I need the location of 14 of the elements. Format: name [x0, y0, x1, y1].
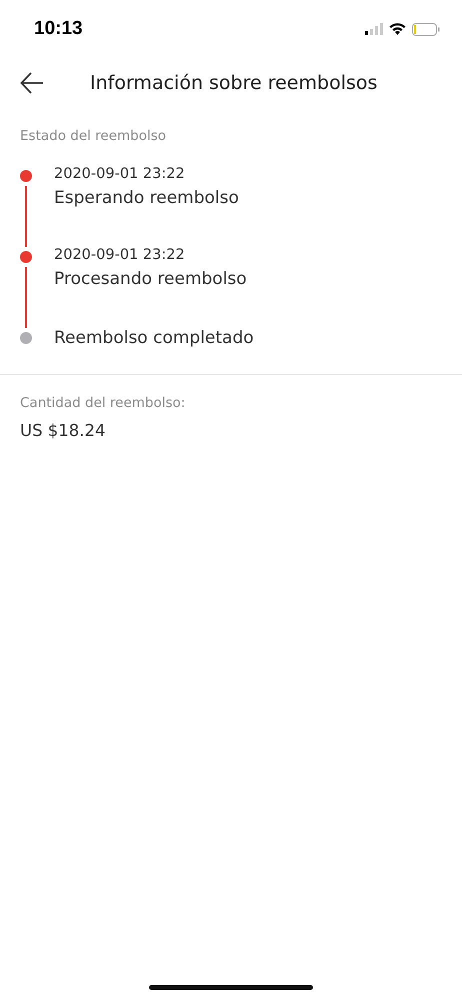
step-label: Esperando reembolso: [54, 188, 239, 208]
step-date: 2020-09-01 23:22: [54, 166, 186, 182]
page-title: Información sobre reembolsos: [90, 72, 378, 94]
step-label: Reembolso completado: [54, 328, 254, 348]
back-arrow-icon: [20, 72, 44, 94]
battery-icon: [412, 22, 440, 36]
signal-icon: [365, 23, 383, 35]
step-date: 2020-09-01 23:22: [54, 247, 186, 263]
amount-label: Cantidad del reembolso:: [20, 395, 186, 411]
status-time: 10:13: [34, 18, 83, 40]
wifi-icon: [389, 23, 406, 35]
refund-amount: US $18.24: [20, 421, 107, 440]
section-label: Estado del reembolso: [20, 128, 168, 144]
step-label: Procesando reembolso: [54, 269, 247, 289]
